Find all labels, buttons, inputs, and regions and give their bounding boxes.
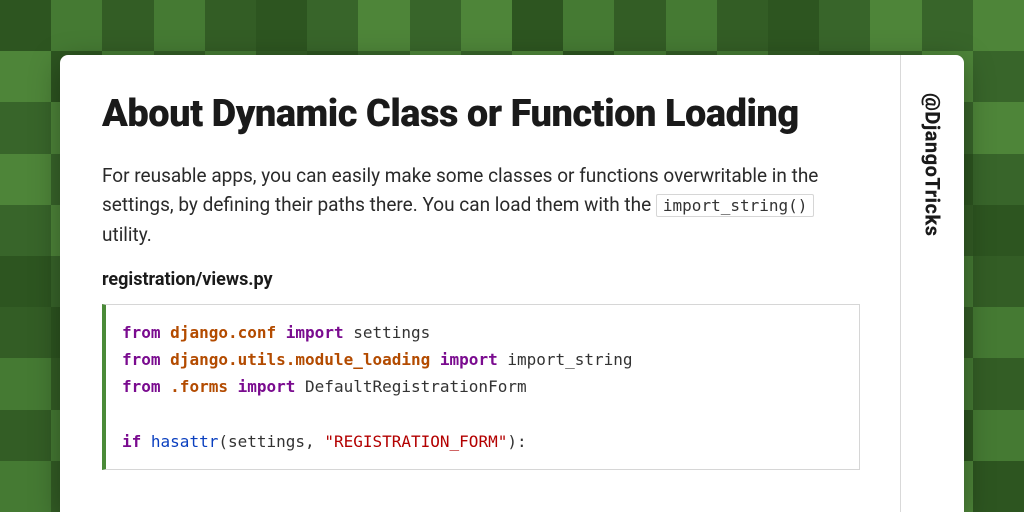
code-filename: registration/views.py [102, 269, 860, 290]
inline-code: import_string() [656, 194, 815, 217]
intro-paragraph: For reusable apps, you can easily make s… [102, 161, 860, 249]
main-content: About Dynamic Class or Function Loading … [60, 55, 900, 512]
page-title: About Dynamic Class or Function Loading [102, 93, 860, 137]
intro-text-2: utility. [102, 223, 152, 246]
twitter-handle: @DjangoTricks [921, 93, 945, 237]
sidebar: @DjangoTricks [900, 55, 964, 512]
content-card: About Dynamic Class or Function Loading … [60, 55, 964, 512]
code-block: from django.conf import settings from dj… [102, 304, 860, 470]
